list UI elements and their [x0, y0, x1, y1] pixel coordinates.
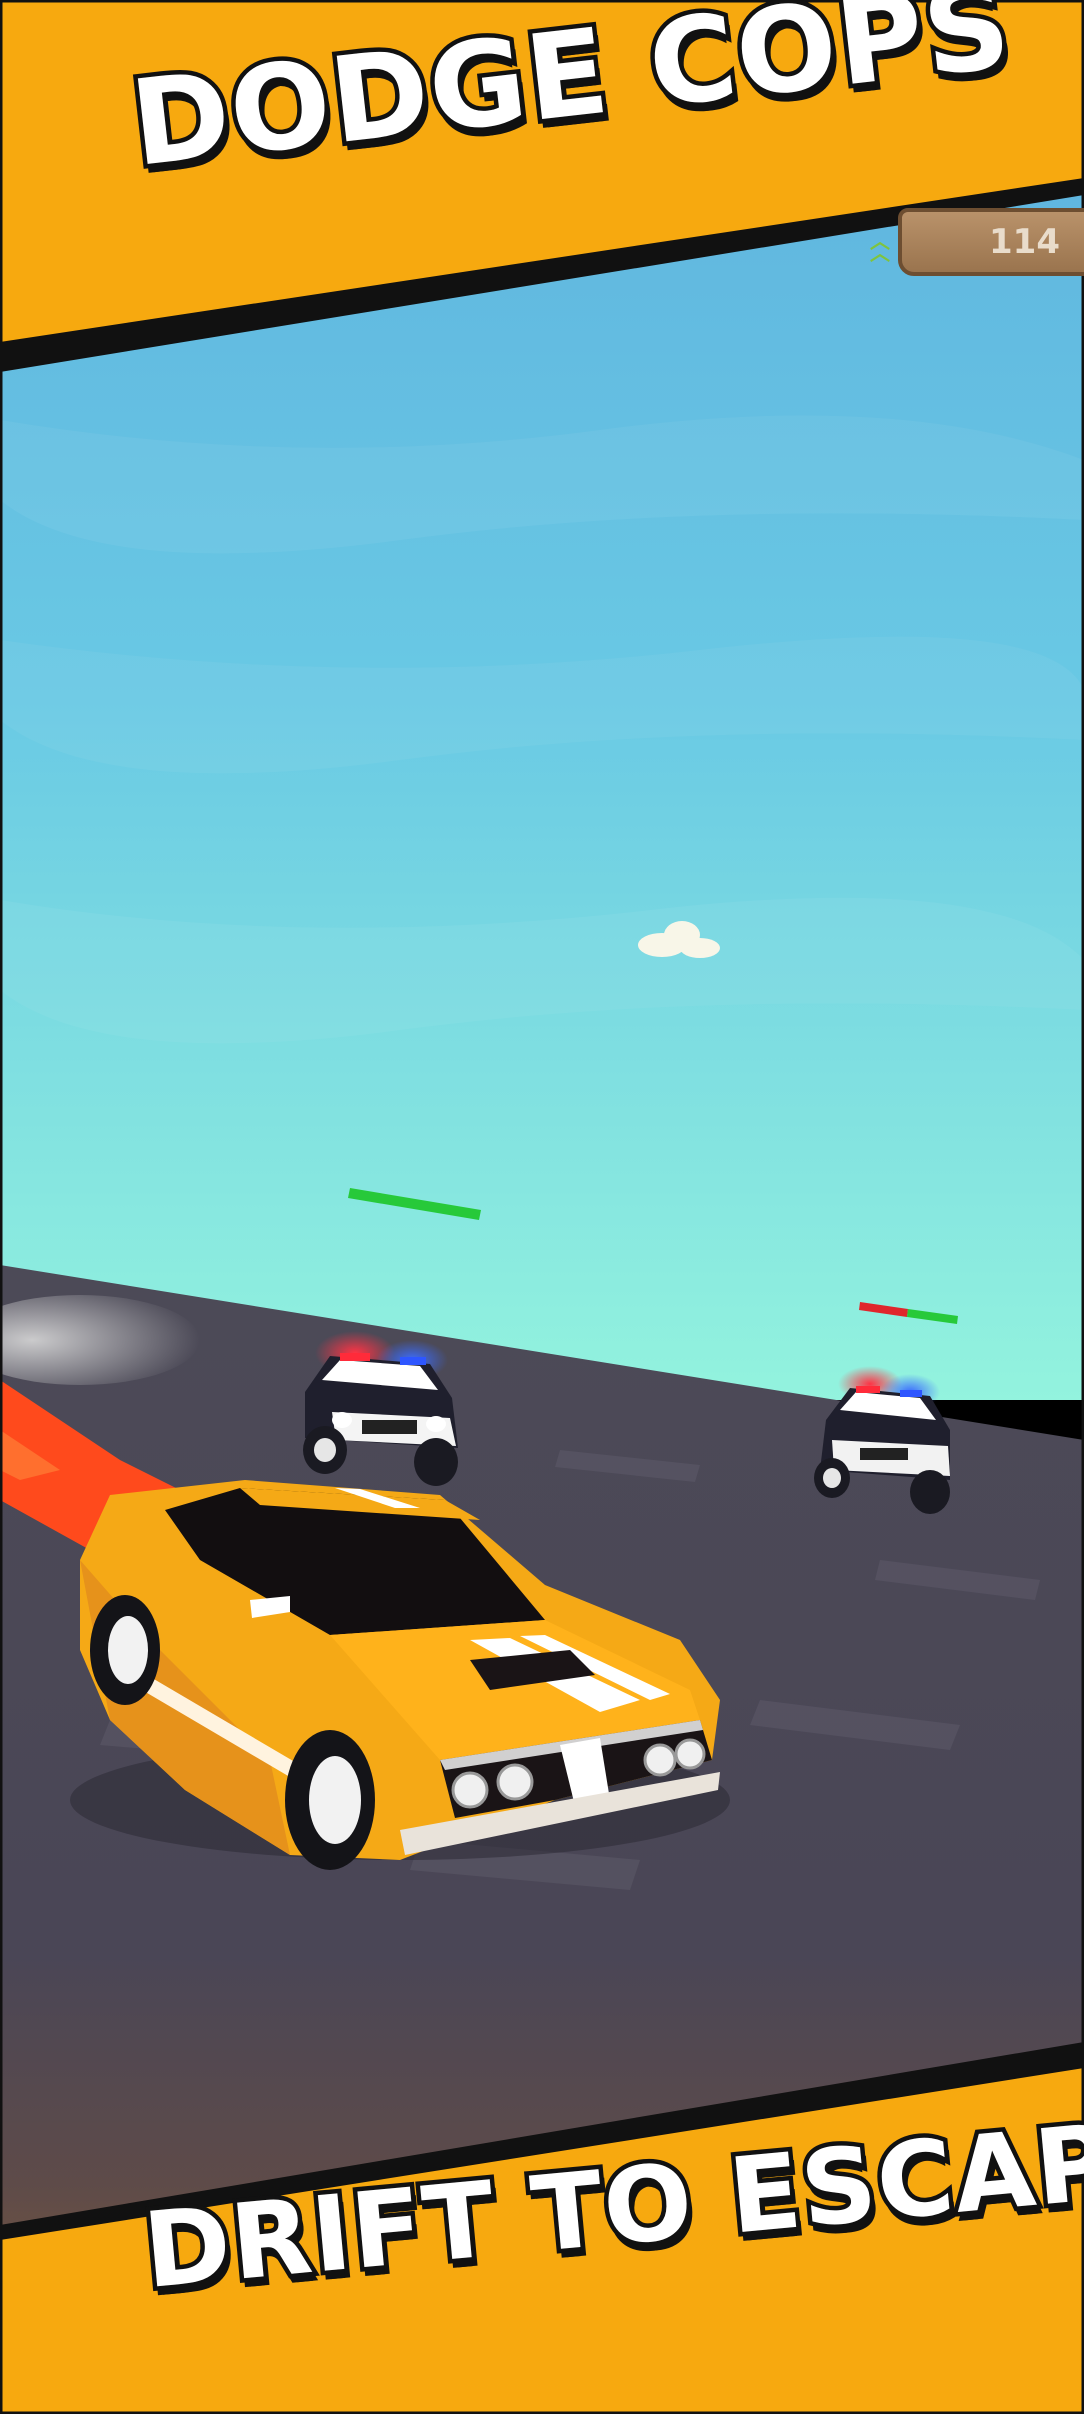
score-badge: 114 — [898, 208, 1084, 276]
game-scene[interactable] — [0, 0, 1084, 2414]
score-value: 114 — [989, 222, 1060, 262]
game-screen[interactable]: ︿ ︿ 114 DODGE COPS DRIFT TO ESCAPE — [0, 0, 1084, 2414]
chevron-up-arrows-icon: ︿ ︿ — [870, 229, 890, 265]
sky-bands — [0, 415, 1084, 1044]
